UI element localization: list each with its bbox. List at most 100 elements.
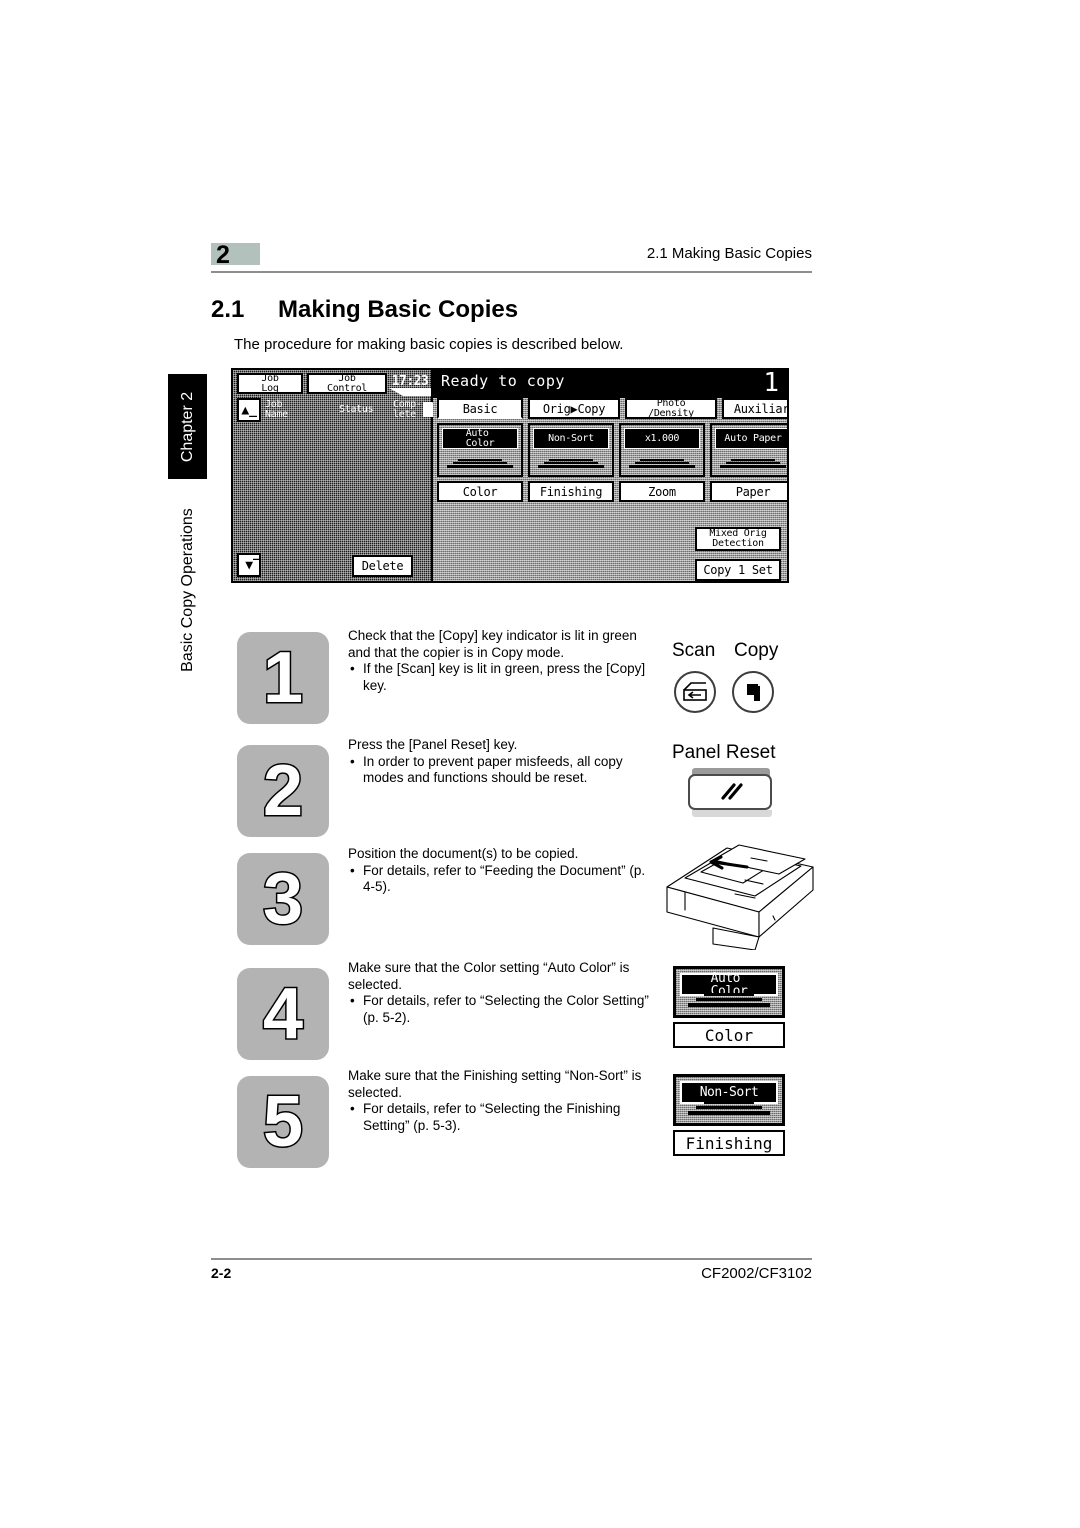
- slider-icon: [720, 459, 786, 468]
- option-value-color: Auto Color: [442, 428, 518, 449]
- tab-auxiliary[interactable]: Auxiliary: [722, 398, 787, 419]
- slider-icon: [688, 993, 770, 1009]
- step-text-2: Press the [Panel Reset] key. In order to…: [348, 737, 650, 787]
- step-lead-2: Press the [Panel Reset] key.: [348, 737, 518, 752]
- column-header-status: Status: [339, 404, 374, 415]
- step-text-5: Make sure that the Finishing setting “No…: [348, 1068, 650, 1134]
- step-bullets-3: For details, refer to “Feeding the Docum…: [348, 863, 650, 896]
- step-bullet: For details, refer to “Feeding the Docum…: [348, 863, 650, 896]
- step-bullets-5: For details, refer to “Selecting the Fin…: [348, 1101, 650, 1134]
- column-header-job-name: Job Name: [265, 399, 288, 420]
- option-value-paper: Auto Paper: [715, 428, 787, 449]
- lcd-status-bar: Ready to copy 1: [433, 370, 787, 398]
- step-bullet: For details, refer to “Selecting the Fin…: [348, 1101, 650, 1134]
- chapter-name-vertical: Basic Copy Operations: [168, 492, 207, 687]
- slider-icon: [629, 459, 695, 468]
- header-divider: [211, 271, 812, 273]
- step-number-4: 4: [237, 968, 329, 1060]
- step-bullet: For details, refer to “Selecting the Col…: [348, 993, 650, 1026]
- copy-icon: [747, 684, 760, 701]
- lcd-clock: 17:23: [391, 373, 429, 389]
- step-text-4: Make sure that the Color setting “Auto C…: [348, 960, 650, 1026]
- step-bullets-2: In order to prevent paper misfeeds, all …: [348, 754, 650, 787]
- step-lead-1: Check that the [Copy] key indicator is l…: [348, 628, 637, 660]
- page-header: 2 2.1 Making Basic Copies: [211, 241, 812, 277]
- copy-key-button[interactable]: [732, 671, 774, 713]
- status-message: Ready to copy: [441, 372, 565, 390]
- chapter-name-text: Basic Copy Operations: [178, 507, 196, 672]
- option-value-zoom: x1.000: [624, 428, 700, 449]
- step-number-3: 3: [237, 853, 329, 945]
- scroll-up-icon[interactable]: ▲̲: [237, 398, 261, 422]
- clock-tab-shape: [389, 388, 431, 396]
- tab-orig-copy[interactable]: Orig▶Copy: [528, 398, 620, 419]
- copier-lcd-panel: Job Log Job Control 17:23 ▲̲ Job Name St…: [231, 368, 789, 583]
- copy-count-display: 1: [763, 368, 779, 398]
- reset-slashes-icon: [721, 783, 743, 800]
- scan-copy-keys-illustration: Scan Copy: [672, 640, 792, 716]
- chapter-tab: Chapter 2: [168, 374, 207, 479]
- non-sort-button-illustration: Non-Sort Finishing: [673, 1074, 791, 1162]
- lcd-job-list-pane: Job Log Job Control 17:23 ▲̲ Job Name St…: [233, 370, 436, 581]
- lcd-settings-pane: Ready to copy 1 Basic Orig▶Copy Photo /D…: [433, 370, 787, 581]
- panel-reset-key[interactable]: [688, 774, 772, 810]
- slider-icon: [538, 459, 604, 468]
- scroll-up-glyph: ▲̲: [241, 402, 257, 418]
- section-title-text: Making Basic Copies: [278, 296, 519, 323]
- step-lead-3: Position the document(s) to be copied.: [348, 846, 579, 861]
- step-lead-5: Make sure that the Finishing setting “No…: [348, 1068, 642, 1100]
- option-card-finishing[interactable]: Non-Sort: [528, 423, 614, 477]
- auto-color-button-illustration: Auto Color Color: [673, 966, 791, 1051]
- step-text-1: Check that the [Copy] key indicator is l…: [348, 628, 650, 694]
- section-number: 2.1: [211, 296, 245, 323]
- chapter-badge-number: 2: [216, 241, 230, 269]
- job-log-button[interactable]: Job Log: [237, 373, 303, 394]
- option-label-zoom[interactable]: Zoom: [619, 481, 705, 502]
- scan-icon: [683, 682, 707, 701]
- option-label-color[interactable]: Color: [437, 481, 523, 502]
- document-feeder-illustration: [655, 832, 825, 951]
- option-card-color[interactable]: Auto Color: [437, 423, 523, 477]
- scroll-down-glyph: ▼̅: [245, 557, 253, 573]
- option-label-paper[interactable]: Paper: [710, 481, 787, 502]
- step-bullets-1: If the [Scan] key is lit in green, press…: [348, 661, 650, 694]
- option-value-finishing: Non-Sort: [533, 428, 609, 449]
- color-label[interactable]: Color: [673, 1022, 785, 1048]
- tab-basic[interactable]: Basic: [437, 398, 523, 419]
- slider-icon: [447, 459, 513, 468]
- step-number-5: 5: [237, 1076, 329, 1168]
- finishing-label[interactable]: Finishing: [673, 1130, 785, 1156]
- non-sort-card[interactable]: Non-Sort: [673, 1074, 785, 1126]
- step-text-3: Position the document(s) to be copied. F…: [348, 846, 650, 896]
- job-control-button[interactable]: Job Control: [307, 373, 387, 394]
- slider-icon: [688, 1101, 770, 1117]
- step-lead-4: Make sure that the Color setting “Auto C…: [348, 960, 630, 992]
- panel-reset-label: Panel Reset: [672, 742, 776, 763]
- step-bullet: In order to prevent paper misfeeds, all …: [348, 754, 650, 787]
- document-feeder-icon: [666, 844, 814, 951]
- option-card-zoom[interactable]: x1.000: [619, 423, 705, 477]
- delete-button[interactable]: Delete: [352, 555, 413, 577]
- page-title: 2.1 Making Basic Copies: [211, 296, 518, 324]
- option-card-paper[interactable]: Auto Paper: [710, 423, 787, 477]
- step-number-2: 2: [237, 745, 329, 837]
- copy-1-set-button[interactable]: Copy 1 Set: [695, 559, 781, 581]
- scan-key-label: Scan: [672, 640, 716, 661]
- intro-paragraph: The procedure for making basic copies is…: [234, 336, 624, 353]
- option-label-finishing[interactable]: Finishing: [528, 481, 614, 502]
- chapter-tab-label: Chapter 2: [178, 391, 196, 462]
- lcd-basic-panel: Auto Color Color Non-Sort Finishing x1.0…: [433, 419, 787, 581]
- mixed-orig-detection-button[interactable]: Mixed Orig Detection: [695, 527, 781, 551]
- step-number-1: 1: [237, 632, 329, 724]
- scroll-down-icon[interactable]: ▼̅: [237, 553, 261, 577]
- copy-key-label: Copy: [734, 640, 779, 661]
- step-bullet: If the [Scan] key is lit in green, press…: [348, 661, 650, 694]
- auto-color-card[interactable]: Auto Color: [673, 966, 785, 1018]
- footer-divider: [211, 1258, 812, 1260]
- running-header-title: 2.1 Making Basic Copies: [646, 245, 812, 262]
- tab-photo-density[interactable]: Photo /Density: [625, 398, 717, 419]
- scan-key-button[interactable]: [674, 671, 716, 713]
- step-bullets-4: For details, refer to “Selecting the Col…: [348, 993, 650, 1026]
- model-name: CF2002/CF3102: [701, 1265, 812, 1282]
- panel-reset-illustration: Panel Reset: [670, 742, 795, 820]
